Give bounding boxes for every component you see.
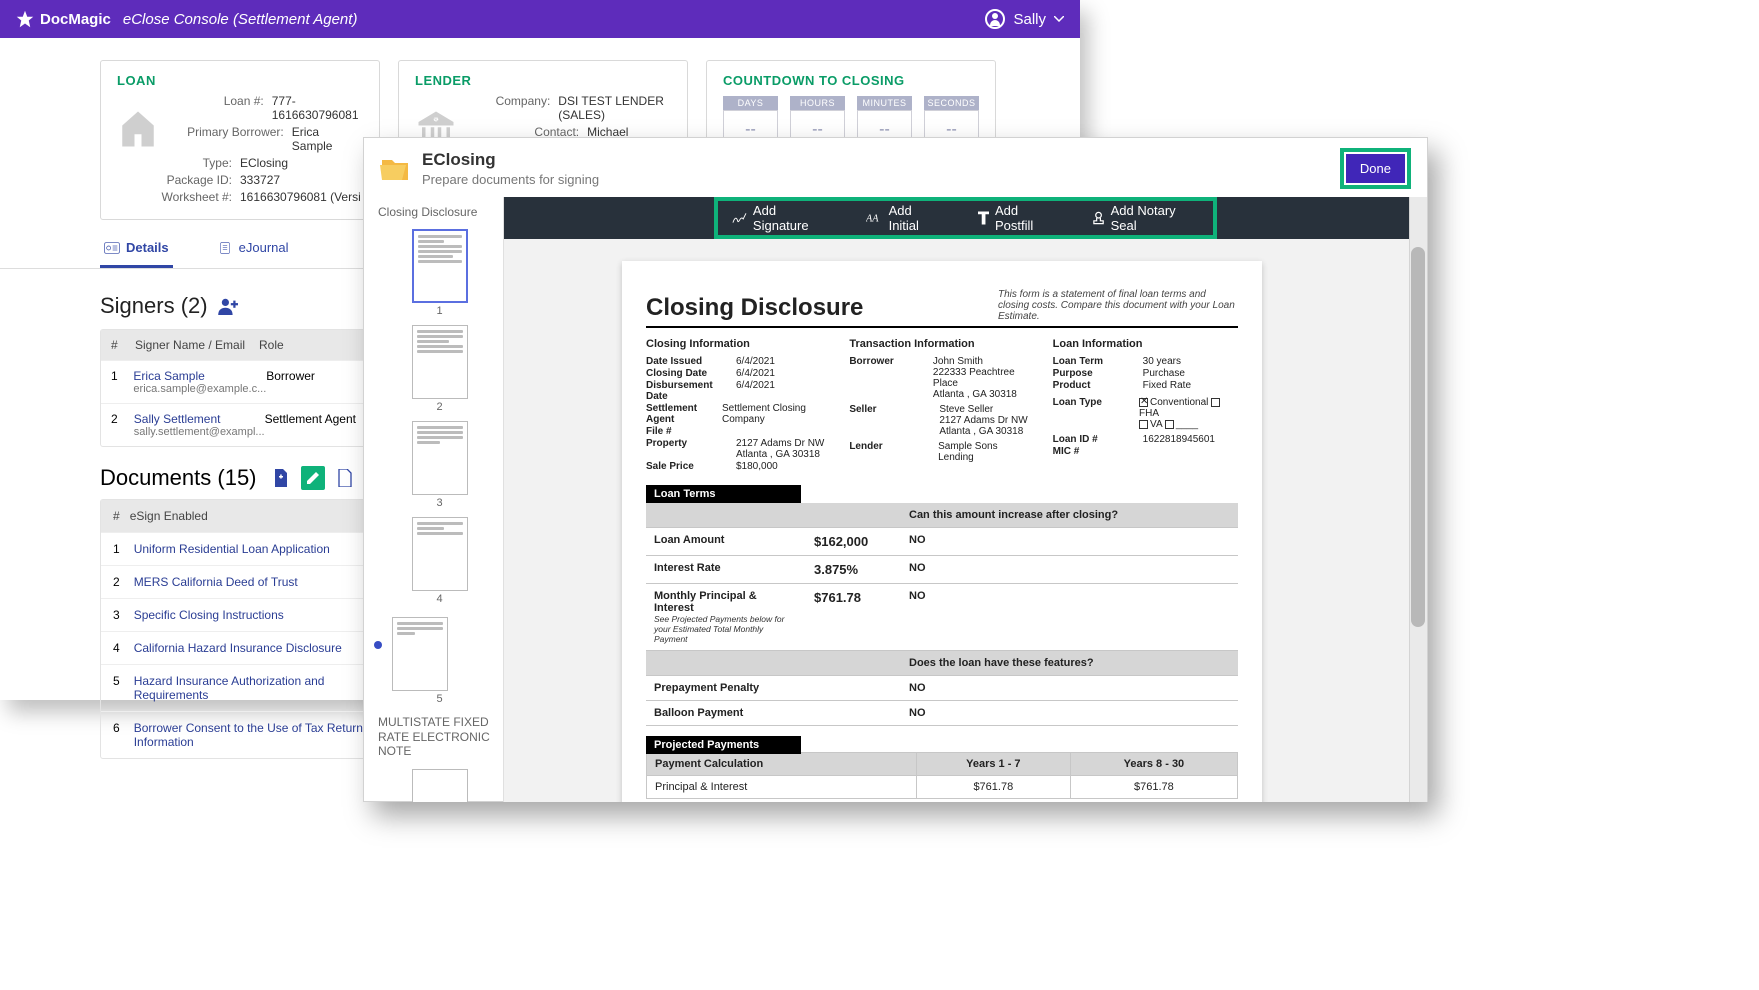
worksheet-num: 1616630796081 (Versi [240,190,361,204]
add-signer-icon[interactable] [218,297,240,315]
svg-text:$: $ [434,117,438,124]
topbar: DocMagic eClose Console (Settlement Agen… [0,0,1080,38]
signature-indicator-icon [374,641,382,649]
eclosing-modal: EClosing Prepare documents for signing D… [363,137,1428,802]
doc-blurb: This form is a statement of final loan t… [998,289,1238,322]
details-icon [104,242,120,254]
done-button[interactable]: Done [1346,154,1405,183]
package-id: 333727 [240,173,280,187]
doc-row[interactable]: 5Hazard Insurance Authorization and Requ… [101,664,379,711]
doc-row[interactable]: 4California Hazard Insurance Disclosure [101,631,379,664]
chevron-down-icon [1054,16,1064,22]
loan-card: LOAN Loan #:777-1616630796081 Primary Bo… [100,60,380,220]
loan-info: Loan Information Loan Term30 years Purpo… [1053,338,1238,473]
add-notary-seal-button[interactable]: Add Notary Seal [1078,202,1213,234]
text-icon [978,211,989,225]
ejournal-icon [217,242,233,254]
closing-disclosure-page: Closing Disclosure This form is a statem… [622,261,1262,802]
lender-company: DSI TEST LENDER (SALES) [558,94,671,122]
tab-ejournal[interactable]: eJournal [213,230,293,268]
user-menu[interactable]: Sally [985,9,1064,29]
closing-info: Closing Information Date Issued6/4/2021 … [646,338,831,473]
stamp-icon [1092,211,1105,225]
pdf-icon[interactable] [333,466,357,490]
lender-card-title: LENDER [415,73,671,88]
loan-type: EClosing [240,156,288,170]
annotation-toolbar: Add Signature AA Add Initial Add Postfil… [714,197,1217,239]
projected-bar: Projected Payments [646,736,801,754]
loan-number: 777-1616630796081 [272,94,363,122]
house-icon [117,108,159,150]
transaction-info: Transaction Information BorrowerJohn Smi… [849,338,1034,473]
add-signature-button[interactable]: Add Signature [718,202,844,234]
signer-row[interactable]: 2 Sally Settlementsally.settlement@examp… [101,403,379,446]
add-doc-icon[interactable] [269,466,293,490]
svg-text:AA: AA [866,214,879,224]
scrollbar[interactable] [1409,197,1427,802]
tab-details[interactable]: Details [100,230,173,268]
folder-icon [380,156,410,182]
projected-payments-table: Payment CalculationYears 1 - 7Years 8 - … [646,752,1238,799]
brand: DocMagic [16,10,111,28]
page-thumb-3[interactable] [412,421,468,495]
primary-borrower: Erica Sample [292,125,363,153]
edit-doc-icon[interactable] [301,466,325,490]
thumb-group-label: Closing Disclosure [376,203,503,225]
signers-table: # Signer Name / Email Role 1 Erica Sampl… [100,329,380,447]
loan-terms-table: Can this amount increase after closing? … [646,503,1238,726]
modal-subtitle: Prepare documents for signing [422,172,599,187]
star-icon [16,10,34,28]
page-thumb-2[interactable] [412,325,468,399]
documents-table: # eSign Enabled 1Uniform Residential Loa… [100,499,380,759]
doc-title: Closing Disclosure [646,294,863,322]
user-name: Sally [1013,11,1046,28]
brand-text: DocMagic [40,11,111,28]
avatar-icon [985,9,1005,29]
signature-icon [732,211,747,225]
thumbnail-panel[interactable]: Closing Disclosure 1 2 3 4 5 MULTISTATE … [364,197,504,802]
add-initial-button[interactable]: AA Add Initial [852,202,956,234]
thumb-group-label: MULTISTATE FIXED RATE ELECTRONIC NOTE [376,713,503,764]
loan-terms-bar: Loan Terms [646,485,801,503]
page-thumb-1[interactable] [412,229,468,303]
doc-row[interactable]: 1Uniform Residential Loan Application [101,532,379,565]
loan-card-title: LOAN [117,73,363,88]
document-stage: Add Signature AA Add Initial Add Postfil… [504,197,1427,802]
modal-header: EClosing Prepare documents for signing D… [364,138,1427,197]
page-thumb-6[interactable] [412,769,468,802]
add-postfill-button[interactable]: Add Postfill [964,202,1070,234]
page-thumb-4[interactable] [412,517,468,591]
doc-row[interactable]: 3Specific Closing Instructions [101,598,379,631]
done-highlight: Done [1340,148,1411,189]
page-thumb-5[interactable] [392,617,448,691]
initial-icon: AA [866,212,883,224]
console-name: eClose Console (Settlement Agent) [123,11,358,28]
doc-row[interactable]: 6Borrower Consent to the Use of Tax Retu… [101,711,379,758]
countdown-title: COUNTDOWN TO CLOSING [723,73,979,88]
signer-row[interactable]: 1 Erica Sampleerica.sample@example.c... … [101,360,379,403]
modal-title: EClosing [422,150,599,170]
doc-row[interactable]: 2MERS California Deed of Trust [101,565,379,598]
